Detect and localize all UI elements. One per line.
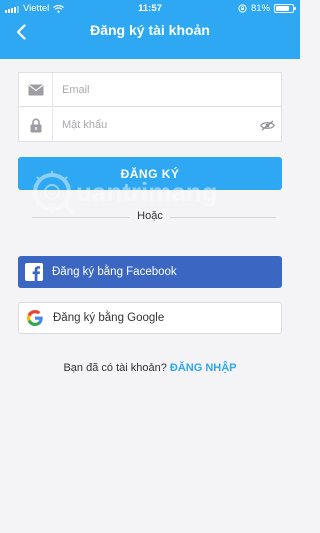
login-prompt-text: Bạn đã có tài khoản? [63,362,167,374]
facebook-signup-button[interactable]: Đăng ký bằng Facebook [18,256,282,288]
google-signup-button[interactable]: Đăng ký bằng Google [18,302,282,334]
signup-form [18,72,282,142]
login-prompt: Bạn đã có tài khoản? ĐĂNG NHẬP [0,362,300,374]
email-field[interactable] [53,74,281,105]
app-header: Viettel 11:57 81% Đăng ký tài khoản [0,0,300,59]
rotation-lock-icon [238,4,247,13]
google-icon [19,302,51,334]
password-field[interactable] [53,110,253,140]
email-row [19,72,281,107]
lock-icon [19,108,53,142]
status-right: 81% [238,3,296,14]
password-row [19,108,281,142]
login-link[interactable]: ĐĂNG NHẬP [170,362,237,374]
envelope-icon [19,72,53,107]
page-title: Đăng ký tài khoản [90,22,210,38]
status-bar: Viettel 11:57 81% [0,0,300,18]
eye-off-icon [259,119,275,131]
facebook-icon [18,256,50,288]
facebook-signup-label: Đăng ký bằng Facebook [52,266,177,278]
or-divider: Hoặc [0,210,300,224]
divider-text: Hoặc [130,210,170,222]
password-visibility-toggle[interactable] [253,108,281,142]
battery-icon [274,4,296,13]
google-signup-label: Đăng ký bằng Google [53,312,165,324]
register-button[interactable]: ĐĂNG KÝ [18,157,282,190]
battery-percent: 81% [250,3,270,14]
